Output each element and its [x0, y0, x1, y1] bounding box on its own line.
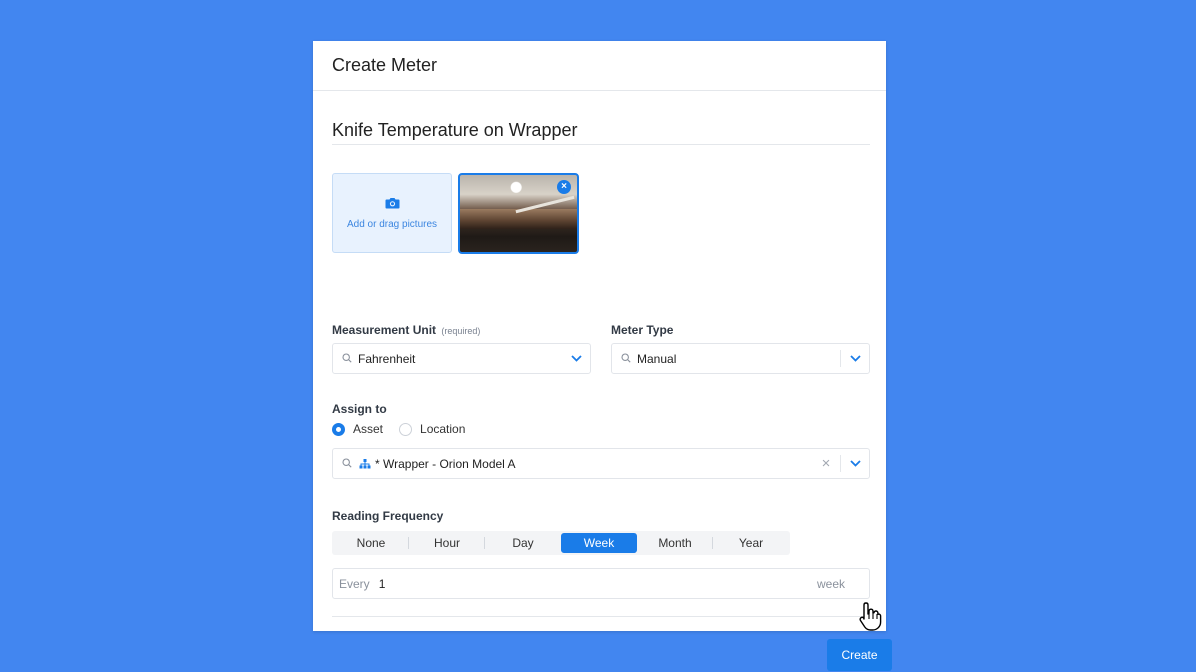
- frequency-option-week[interactable]: Week: [561, 533, 637, 553]
- chevron-down-icon[interactable]: [841, 449, 869, 478]
- remove-picture-icon[interactable]: ×: [557, 180, 571, 194]
- meter-type-label: Meter Type: [611, 323, 674, 337]
- every-prefix: Every: [339, 576, 370, 591]
- frequency-option-month[interactable]: Month: [637, 533, 713, 553]
- meter-type-select[interactable]: Manual: [611, 343, 870, 374]
- measurement-unit-field: Measurement Unit (required) Fahrenheit: [332, 323, 591, 374]
- meter-type-value: Manual: [637, 351, 677, 366]
- picture-thumbnail[interactable]: ×: [458, 173, 579, 254]
- search-icon: [342, 455, 352, 473]
- frequency-interval-input[interactable]: [378, 576, 817, 591]
- footer-divider: [332, 616, 870, 617]
- frequency-option-none[interactable]: None: [333, 533, 409, 553]
- radio-button-unchecked[interactable]: [399, 422, 413, 436]
- create-meter-modal: Create Meter Add or drag pictures × Meas…: [313, 41, 892, 671]
- required-label: (required): [441, 326, 481, 336]
- modal-header: Create Meter: [313, 41, 886, 91]
- chevron-down-icon[interactable]: [841, 344, 869, 373]
- camera-icon: [385, 197, 400, 212]
- assign-to-label: Assign to: [332, 402, 387, 416]
- asset-value: * Wrapper - Orion Model A: [375, 456, 516, 471]
- frequency-option-day[interactable]: Day: [485, 533, 561, 553]
- modal-title: Create Meter: [332, 55, 438, 75]
- meter-name-input[interactable]: [332, 117, 870, 145]
- add-pictures-button[interactable]: Add or drag pictures: [332, 173, 452, 253]
- frequency-interval-field: Every week: [332, 568, 870, 599]
- radio-location[interactable]: Location: [399, 422, 465, 436]
- search-icon: [342, 350, 352, 368]
- asset-hierarchy-icon: [359, 458, 371, 469]
- measurement-unit-label: Measurement Unit: [332, 323, 437, 337]
- frequency-option-year[interactable]: Year: [713, 533, 789, 553]
- radio-button-checked[interactable]: [332, 422, 345, 436]
- assign-to-radio-group: Asset Location: [332, 422, 870, 436]
- radio-asset-label: Asset: [353, 422, 384, 436]
- assign-to-field: Assign to Asset Location * Wrapper - Ori…: [332, 402, 870, 479]
- reading-frequency-label: Reading Frequency: [332, 509, 444, 523]
- radio-asset[interactable]: Asset: [332, 422, 383, 436]
- pictures-row: Add or drag pictures ×: [332, 173, 579, 254]
- create-button[interactable]: Create: [827, 639, 892, 671]
- meter-type-field: Meter Type Manual: [611, 323, 870, 374]
- frequency-segmented-control: None Hour Day Week Month Year: [332, 531, 790, 555]
- search-icon: [621, 350, 631, 368]
- interval-unit-suffix: week: [816, 576, 845, 591]
- radio-location-label: Location: [420, 422, 466, 436]
- asset-select[interactable]: * Wrapper - Orion Model A ×: [332, 448, 870, 479]
- measurement-unit-value: Fahrenheit: [358, 351, 416, 366]
- clear-icon[interactable]: ×: [812, 455, 840, 472]
- measurement-unit-select[interactable]: Fahrenheit: [332, 343, 591, 374]
- add-pictures-label: Add or drag pictures: [346, 218, 438, 230]
- frequency-option-hour[interactable]: Hour: [409, 533, 485, 553]
- reading-frequency-field: Reading Frequency None Hour Day Week Mon…: [332, 509, 870, 555]
- chevron-down-icon[interactable]: [562, 344, 590, 373]
